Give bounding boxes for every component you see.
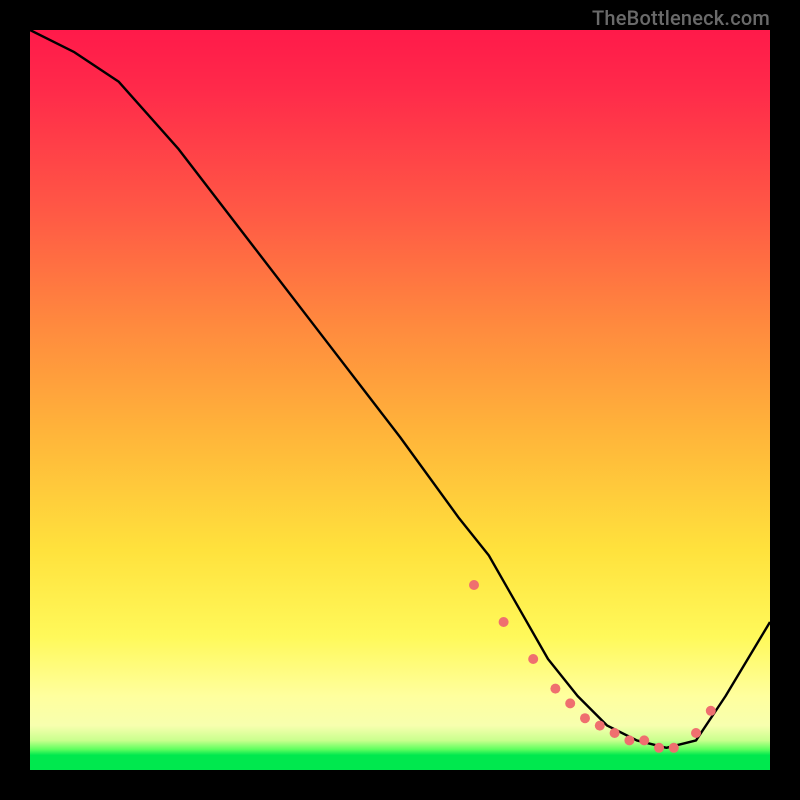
curve-marker	[654, 743, 664, 753]
curve-marker	[469, 580, 479, 590]
curve-marker	[595, 721, 605, 731]
curve-marker	[528, 654, 538, 664]
curve-marker	[639, 735, 649, 745]
watermark-text: TheBottleneck.com	[592, 6, 770, 30]
curve-marker	[624, 735, 634, 745]
curve-marker	[706, 706, 716, 716]
curve-marker	[565, 698, 575, 708]
curve-layer	[30, 30, 770, 770]
curve-marker	[669, 743, 679, 753]
curve-marker	[580, 713, 590, 723]
bottleneck-curve	[30, 30, 770, 748]
curve-marker	[691, 728, 701, 738]
marker-group	[469, 580, 716, 753]
plot-gradient-background	[30, 30, 770, 770]
curve-marker	[499, 617, 509, 627]
chart-frame: TheBottleneck.com	[0, 0, 800, 800]
curve-marker	[610, 728, 620, 738]
curve-marker	[550, 684, 560, 694]
